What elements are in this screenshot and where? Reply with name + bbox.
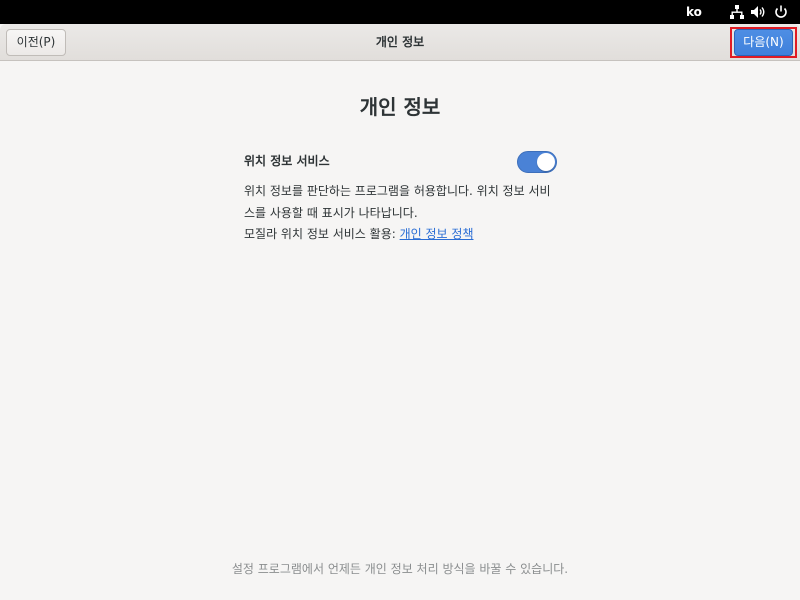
page-title: 개인 정보: [359, 95, 441, 119]
location-services-description: 위치 정보를 판단하는 프로그램을 허용합니다. 위치 정보 서비스를 사용할 …: [244, 184, 551, 220]
header-title: 개인 정보: [375, 35, 425, 49]
system-top-bar: ko: [0, 0, 800, 24]
next-button-highlight: 다음(N): [730, 27, 797, 58]
location-services-toggle[interactable]: [517, 151, 557, 173]
privacy-policy-link[interactable]: 개인 정보 정책: [400, 227, 474, 241]
volume-icon[interactable]: [750, 4, 766, 20]
location-services-label: 위치 정보 서비스: [244, 154, 330, 168]
input-language-indicator[interactable]: ko: [686, 4, 702, 20]
next-button[interactable]: 다음(N): [734, 29, 793, 56]
toggle-knob: [537, 153, 555, 171]
header-bar: 개인 정보 이전(P) 다음(N): [0, 24, 800, 61]
footer-note: 설정 프로그램에서 언제든 개인 정보 처리 방식을 바꿀 수 있습니다.: [231, 562, 569, 576]
privacy-policy-line: 모질라 위치 정보 서비스 활용: 개인 정보 정책: [244, 224, 474, 244]
previous-button[interactable]: 이전(P): [6, 29, 66, 56]
network-icon[interactable]: [729, 4, 745, 20]
privacy-policy-prefix: 모질라 위치 정보 서비스 활용:: [244, 227, 396, 241]
power-icon[interactable]: [773, 4, 789, 20]
